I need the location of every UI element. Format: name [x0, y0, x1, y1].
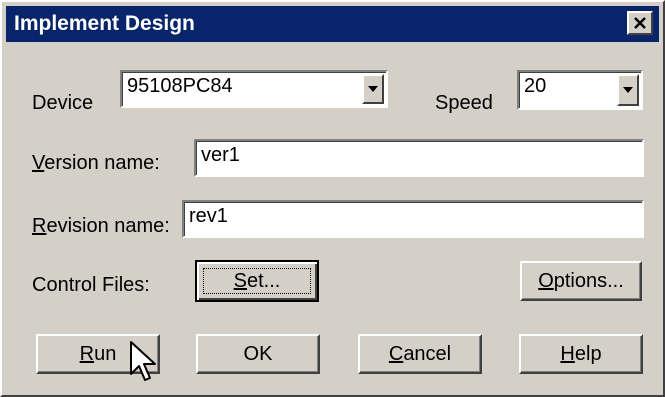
mouse-pointer-icon: [130, 341, 156, 381]
device-label: Device: [32, 92, 94, 114]
speed-label: Speed: [435, 92, 493, 114]
version-name-input[interactable]: ver1: [194, 139, 644, 177]
window-title: Implement Design: [14, 12, 195, 35]
options-button[interactable]: Options...: [520, 261, 642, 301]
implement-design-dialog: Implement Design Device 95108PC84 Speed …: [0, 0, 665, 397]
close-icon: [634, 16, 646, 29]
help-button[interactable]: Help: [519, 334, 643, 374]
revision-name-label: Revision name:: [32, 215, 170, 237]
version-name-label: Version name:: [32, 152, 160, 174]
close-button[interactable]: [627, 11, 653, 35]
title-bar: Implement Design: [6, 6, 659, 42]
speed-dropdown-button[interactable]: [617, 74, 639, 106]
cancel-button[interactable]: Cancel: [358, 334, 482, 374]
revision-name-input[interactable]: rev1: [182, 200, 644, 238]
revision-name-value: rev1: [189, 205, 228, 227]
chevron-down-icon: [368, 86, 378, 92]
focus-rectangle: [203, 268, 311, 294]
chevron-down-icon: [623, 87, 633, 93]
set-button[interactable]: Set...: [195, 260, 319, 302]
speed-value: 20: [524, 75, 547, 97]
ok-button[interactable]: OK: [196, 334, 320, 374]
control-files-label: Control Files:: [32, 274, 150, 296]
device-value: 95108PC84: [127, 75, 233, 97]
device-dropdown-button[interactable]: [362, 74, 384, 104]
device-select[interactable]: 95108PC84: [120, 70, 388, 108]
version-name-value: ver1: [201, 144, 240, 166]
speed-select[interactable]: 20: [517, 70, 643, 110]
